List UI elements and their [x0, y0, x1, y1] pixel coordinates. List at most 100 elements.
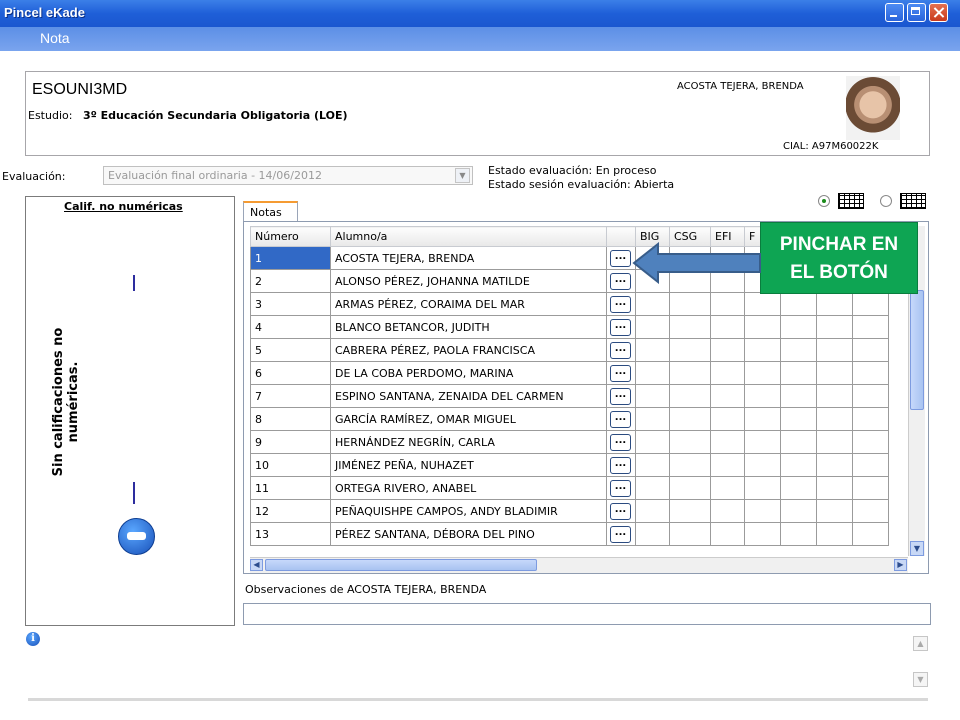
- tab-notas[interactable]: Notas: [243, 201, 298, 221]
- open-detail-button[interactable]: ...: [610, 457, 631, 474]
- grade-cell[interactable]: [669, 407, 711, 431]
- table-row[interactable]: 5 CABRERA PÉREZ, PAOLA FRANCISCA...: [250, 338, 889, 362]
- table-row[interactable]: 9 HERNÁNDEZ NEGRÍN, CARLA...: [250, 430, 889, 454]
- evaluation-select[interactable]: Evaluación final ordinaria - 14/06/2012 …: [103, 166, 473, 185]
- page-scrollbar[interactable]: ▲ ▼: [913, 636, 929, 688]
- grade-cell[interactable]: [635, 499, 670, 523]
- open-detail-button[interactable]: ...: [610, 365, 631, 382]
- open-detail-button[interactable]: ...: [610, 296, 631, 313]
- grade-cell[interactable]: [669, 476, 711, 500]
- grade-cell[interactable]: [710, 315, 745, 339]
- non-numeric-header[interactable]: Calif. no numéricas: [64, 200, 183, 213]
- student-name-cell[interactable]: HERNÁNDEZ NEGRÍN, CARLA: [330, 430, 607, 454]
- grade-cell[interactable]: [852, 476, 889, 500]
- minimize-button[interactable]: [885, 3, 904, 22]
- grade-cell[interactable]: [710, 338, 745, 362]
- student-name-cell[interactable]: CABRERA PÉREZ, PAOLA FRANCISCA: [330, 338, 607, 362]
- grade-cell[interactable]: [780, 384, 817, 408]
- student-name-cell[interactable]: ACOSTA TEJERA, BRENDA: [330, 246, 607, 270]
- grade-cell[interactable]: [744, 384, 781, 408]
- table-row[interactable]: 10 JIMÉNEZ PEÑA, NUHAZET...: [250, 453, 889, 477]
- grade-cell[interactable]: [635, 384, 670, 408]
- scroll-left-icon[interactable]: ◀: [250, 559, 263, 571]
- grade-cell[interactable]: [852, 430, 889, 454]
- grade-cell[interactable]: [635, 430, 670, 454]
- row-number[interactable]: 10: [250, 453, 331, 477]
- student-name-cell[interactable]: PÉREZ SANTANA, DÉBORA DEL PINO: [330, 522, 607, 546]
- grade-cell[interactable]: [669, 292, 711, 316]
- student-name-cell[interactable]: ESPINO SANTANA, ZENAIDA DEL CARMEN: [330, 384, 607, 408]
- grade-cell[interactable]: [669, 361, 711, 385]
- student-name-cell[interactable]: DE LA COBA PERDOMO, MARINA: [330, 361, 607, 385]
- grade-cell[interactable]: [780, 315, 817, 339]
- grade-cell[interactable]: [710, 361, 745, 385]
- horizontal-scroll-thumb[interactable]: [265, 559, 537, 571]
- grade-cell[interactable]: [852, 315, 889, 339]
- grade-cell[interactable]: [635, 292, 670, 316]
- grade-cell[interactable]: [710, 476, 745, 500]
- table-row[interactable]: 3 ARMAS PÉREZ, CORAIMA DEL MAR...: [250, 292, 889, 316]
- grade-cell[interactable]: [780, 407, 817, 431]
- row-number[interactable]: 1: [250, 246, 331, 270]
- grade-cell[interactable]: [710, 292, 745, 316]
- student-name-cell[interactable]: BLANCO BETANCOR, JUDITH: [330, 315, 607, 339]
- grade-cell[interactable]: [816, 338, 853, 362]
- grade-cell[interactable]: [852, 499, 889, 523]
- student-name-cell[interactable]: JIMÉNEZ PEÑA, NUHAZET: [330, 453, 607, 477]
- grade-cell[interactable]: [852, 522, 889, 546]
- row-number[interactable]: 2: [250, 269, 331, 293]
- open-detail-button[interactable]: ...: [610, 319, 631, 336]
- grade-cell[interactable]: [744, 499, 781, 523]
- grade-cell[interactable]: [816, 476, 853, 500]
- grade-cell[interactable]: [710, 430, 745, 454]
- grade-cell[interactable]: [780, 430, 817, 454]
- grade-cell[interactable]: [852, 361, 889, 385]
- grade-cell[interactable]: [635, 361, 670, 385]
- close-button[interactable]: [929, 3, 948, 22]
- row-number[interactable]: 8: [250, 407, 331, 431]
- table-row[interactable]: 8 GARCÍA RAMÍREZ, OMAR MIGUEL...: [250, 407, 889, 431]
- view-radio-1[interactable]: [818, 195, 830, 207]
- vertical-scroll-thumb[interactable]: [910, 290, 924, 410]
- open-detail-button[interactable]: ...: [610, 388, 631, 405]
- chevron-down-icon[interactable]: ▼: [455, 168, 470, 183]
- student-name-cell[interactable]: GARCÍA RAMÍREZ, OMAR MIGUEL: [330, 407, 607, 431]
- student-name-cell[interactable]: ALONSO PÉREZ, JOHANNA MATILDE: [330, 269, 607, 293]
- open-detail-button[interactable]: ...: [610, 342, 631, 359]
- key-icon[interactable]: [118, 518, 155, 555]
- grade-cell[interactable]: [669, 430, 711, 454]
- maximize-button[interactable]: [907, 3, 926, 22]
- open-detail-button[interactable]: ...: [610, 526, 631, 543]
- column-header-numero[interactable]: Número: [250, 226, 331, 247]
- open-detail-button[interactable]: ...: [610, 273, 631, 290]
- grade-cell[interactable]: [744, 338, 781, 362]
- row-number[interactable]: 7: [250, 384, 331, 408]
- grade-cell[interactable]: [710, 522, 745, 546]
- grade-cell[interactable]: [852, 453, 889, 477]
- grade-cell[interactable]: [780, 499, 817, 523]
- grade-cell[interactable]: [744, 361, 781, 385]
- scroll-up-icon[interactable]: ▲: [913, 636, 928, 651]
- grade-cell[interactable]: [816, 315, 853, 339]
- column-header-alumno[interactable]: Alumno/a: [330, 226, 607, 247]
- grade-cell[interactable]: [744, 430, 781, 454]
- grade-cell[interactable]: [669, 453, 711, 477]
- grade-cell[interactable]: [710, 384, 745, 408]
- grade-cell[interactable]: [780, 476, 817, 500]
- table-row[interactable]: 7 ESPINO SANTANA, ZENAIDA DEL CARMEN...: [250, 384, 889, 408]
- grade-cell[interactable]: [852, 384, 889, 408]
- grade-cell[interactable]: [816, 522, 853, 546]
- info-icon[interactable]: i: [26, 632, 40, 646]
- scroll-down-icon[interactable]: ▼: [910, 541, 924, 556]
- grade-cell[interactable]: [816, 384, 853, 408]
- grade-cell[interactable]: [635, 476, 670, 500]
- grade-cell[interactable]: [635, 315, 670, 339]
- grade-cell[interactable]: [780, 453, 817, 477]
- open-detail-button[interactable]: ...: [610, 480, 631, 497]
- row-number[interactable]: 5: [250, 338, 331, 362]
- grade-cell[interactable]: [780, 522, 817, 546]
- table-row[interactable]: 13 PÉREZ SANTANA, DÉBORA DEL PINO...: [250, 522, 889, 546]
- grade-cell[interactable]: [852, 292, 889, 316]
- open-detail-button[interactable]: ...: [610, 250, 631, 267]
- table-row[interactable]: 6 DE LA COBA PERDOMO, MARINA...: [250, 361, 889, 385]
